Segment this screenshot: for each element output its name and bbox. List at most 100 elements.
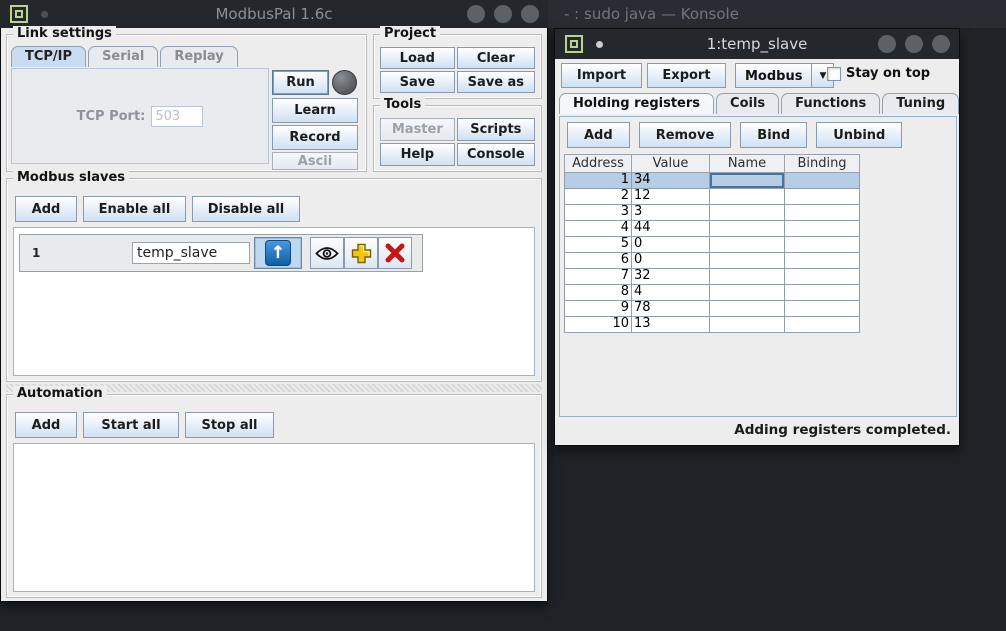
table-row[interactable]: 50	[564, 237, 860, 253]
slave-enabled-toggle[interactable]: ↑	[254, 237, 302, 269]
cell-value[interactable]: 32	[632, 269, 710, 285]
table-row[interactable]: 212	[564, 189, 860, 205]
load-button[interactable]: Load	[380, 47, 455, 69]
scripts-button[interactable]: Scripts	[457, 118, 535, 141]
slave-name-field[interactable]	[132, 242, 250, 264]
cell-name[interactable]	[710, 221, 785, 237]
cell-binding[interactable]	[785, 253, 860, 269]
view-slave-button[interactable]	[310, 237, 344, 269]
table-row[interactable]: 60	[564, 253, 860, 269]
cell-address[interactable]: 6	[564, 253, 632, 269]
slave-add-button[interactable]: Add	[15, 196, 77, 222]
window-menu-icon[interactable]	[565, 35, 583, 53]
save-button[interactable]: Save	[380, 71, 455, 93]
cell-value[interactable]: 44	[632, 221, 710, 237]
cell-name[interactable]	[710, 285, 785, 301]
cell-binding[interactable]	[785, 205, 860, 221]
cell-value[interactable]: 3	[632, 205, 710, 221]
cell-address[interactable]: 9	[564, 301, 632, 317]
delete-slave-button[interactable]	[378, 237, 412, 269]
cell-address[interactable]: 10	[564, 317, 632, 333]
cell-binding[interactable]	[785, 317, 860, 333]
cell-value[interactable]: 34	[632, 173, 710, 189]
run-button[interactable]: Run	[272, 70, 329, 95]
disable-all-button[interactable]: Disable all	[192, 196, 300, 222]
tab-coils[interactable]: Coils	[716, 93, 779, 114]
window-button[interactable]	[932, 35, 950, 53]
cell-value[interactable]: 0	[632, 253, 710, 269]
enable-all-button[interactable]: Enable all	[83, 196, 186, 222]
column-header-binding[interactable]: Binding	[785, 154, 860, 173]
column-header-address[interactable]: Address	[564, 154, 632, 173]
mode-dropdown[interactable]: Modbus ▼	[735, 63, 834, 88]
cell-binding[interactable]	[785, 189, 860, 205]
clear-button[interactable]: Clear	[457, 47, 535, 69]
table-row[interactable]: 33	[564, 205, 860, 221]
add-registers-button[interactable]	[344, 237, 378, 269]
window-button[interactable]	[494, 5, 512, 23]
cell-value[interactable]: 4	[632, 285, 710, 301]
table-row[interactable]: 1013	[564, 317, 860, 333]
cell-name[interactable]	[710, 317, 785, 333]
cell-binding[interactable]	[785, 285, 860, 301]
window-button[interactable]	[905, 35, 923, 53]
tab-tcpip[interactable]: TCP/IP	[11, 46, 86, 67]
cell-value[interactable]: 13	[632, 317, 710, 333]
table-row[interactable]: 978	[564, 301, 860, 317]
cell-address[interactable]: 1	[564, 173, 632, 189]
table-row[interactable]: 444	[564, 221, 860, 237]
tab-tuning[interactable]: Tuning	[882, 93, 959, 114]
cell-value[interactable]: 78	[632, 301, 710, 317]
cell-name[interactable]	[710, 253, 785, 269]
stay-on-top-checkbox[interactable]	[827, 67, 841, 81]
learn-button[interactable]: Learn	[272, 98, 358, 123]
cell-binding[interactable]	[785, 301, 860, 317]
slave-dialog-titlebar[interactable]: 1:temp_slave	[555, 29, 959, 59]
tab-serial[interactable]: Serial	[88, 46, 158, 67]
cell-value[interactable]: 12	[632, 189, 710, 205]
window-button[interactable]	[521, 5, 539, 23]
cell-value[interactable]: 0	[632, 237, 710, 253]
export-button[interactable]: Export	[647, 63, 726, 88]
tab-holding-registers[interactable]: Holding registers	[559, 93, 714, 114]
cell-binding[interactable]	[785, 269, 860, 285]
automation-add-button[interactable]: Add	[15, 412, 77, 438]
cell-binding[interactable]	[785, 221, 860, 237]
window-button[interactable]	[467, 5, 485, 23]
cell-address[interactable]: 4	[564, 221, 632, 237]
cell-name[interactable]	[710, 269, 785, 285]
table-row[interactable]: 732	[564, 269, 860, 285]
register-unbind-button[interactable]: Unbind	[816, 122, 902, 148]
cell-name[interactable]	[710, 301, 785, 317]
register-bind-button[interactable]: Bind	[740, 122, 807, 148]
stop-all-button[interactable]: Stop all	[185, 412, 274, 438]
cell-name[interactable]	[710, 173, 785, 189]
table-row[interactable]: 134	[564, 173, 860, 189]
column-header-name[interactable]: Name	[710, 154, 785, 173]
cell-name[interactable]	[710, 205, 785, 221]
save-as-button[interactable]: Save as	[457, 71, 535, 93]
konsole-titlebar[interactable]: - : sudo java — Konsole	[548, 0, 1006, 28]
table-row[interactable]: 84	[564, 285, 860, 301]
slave-row[interactable]: 1 ↑	[19, 234, 423, 272]
cell-binding[interactable]	[785, 237, 860, 253]
modbuspal-titlebar[interactable]: ModbusPal 1.6c	[0, 0, 548, 28]
cell-name[interactable]	[710, 189, 785, 205]
help-button[interactable]: Help	[380, 143, 455, 166]
tab-replay[interactable]: Replay	[160, 46, 237, 67]
register-add-button[interactable]: Add	[567, 122, 630, 148]
cell-name[interactable]	[710, 237, 785, 253]
window-menu-icon[interactable]	[10, 5, 28, 23]
tcp-port-field[interactable]	[151, 106, 203, 127]
console-button[interactable]: Console	[457, 143, 535, 166]
cell-address[interactable]: 8	[564, 285, 632, 301]
cell-address[interactable]: 2	[564, 189, 632, 205]
record-button[interactable]: Record	[272, 125, 358, 150]
cell-address[interactable]: 7	[564, 269, 632, 285]
import-button[interactable]: Import	[561, 63, 642, 88]
cell-binding[interactable]	[785, 173, 860, 189]
stay-on-top-control[interactable]: Stay on top	[827, 66, 930, 81]
register-remove-button[interactable]: Remove	[639, 122, 732, 148]
column-header-value[interactable]: Value	[632, 154, 710, 173]
cell-address[interactable]: 5	[564, 237, 632, 253]
